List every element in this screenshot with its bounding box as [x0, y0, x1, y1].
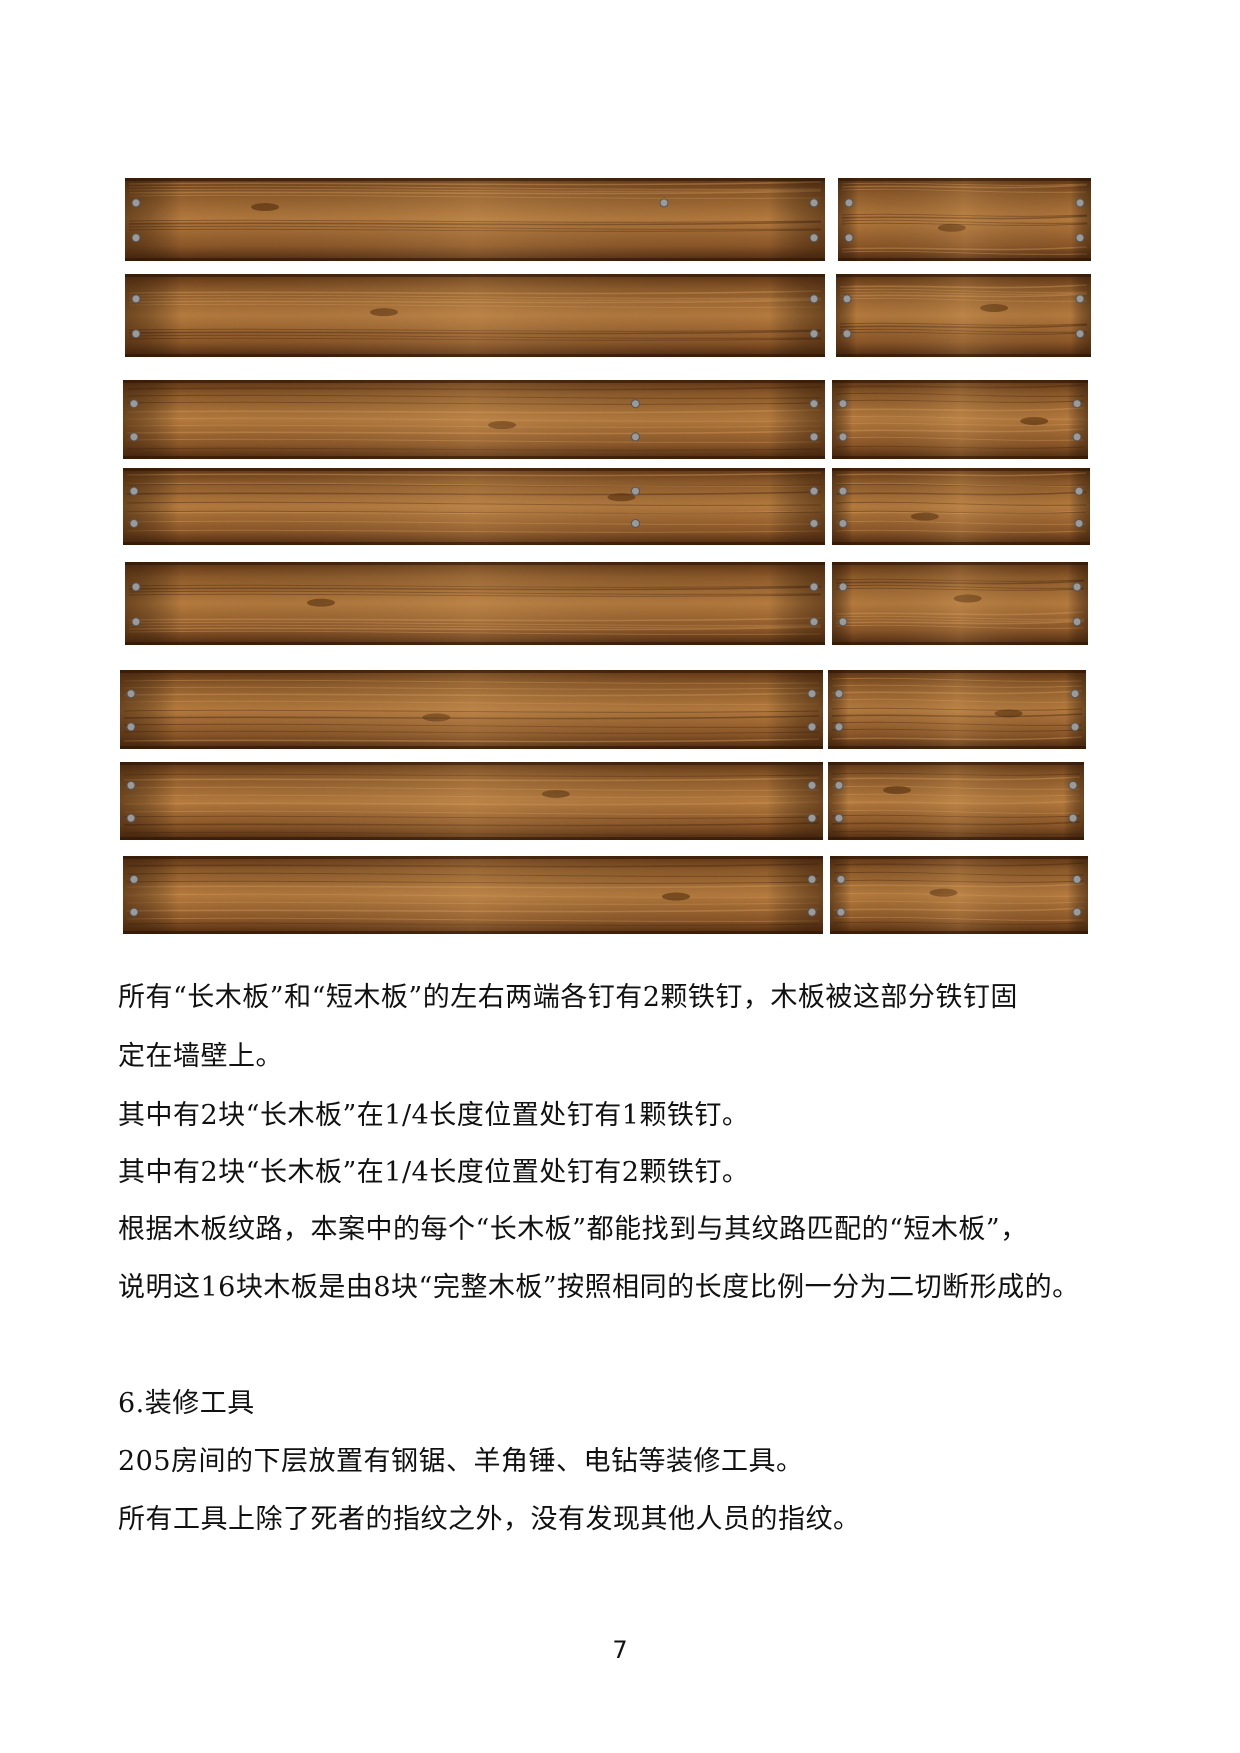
nail-icon: [1070, 722, 1080, 732]
nail-icon: [809, 233, 819, 243]
long-plank-1: [125, 178, 825, 261]
nail-icon: [834, 722, 844, 732]
short-plank-8: [830, 856, 1088, 934]
nail-icon: [807, 874, 817, 884]
long-plank-2: [125, 274, 825, 357]
short-plank-1: [838, 178, 1091, 261]
short-plank-4: [832, 468, 1090, 545]
nail-icon: [630, 399, 640, 409]
long-plank-8: [123, 856, 823, 934]
nail-icon: [129, 874, 139, 884]
nail-icon: [807, 813, 817, 823]
nail-icon: [1074, 518, 1084, 528]
short-plank-2: [836, 274, 1091, 357]
nail-icon: [126, 780, 136, 790]
long-plank-3: [123, 380, 825, 459]
paragraph-grain-line2: 说明这16块木板是由8块“完整木板”按照相同的长度比例一分为二切断形成的。: [118, 1272, 1080, 1303]
nail-icon: [809, 399, 819, 409]
nail-icon: [842, 329, 852, 339]
nail-icon: [836, 907, 846, 917]
nail-icon: [1072, 907, 1082, 917]
short-plank-5: [832, 562, 1088, 645]
nail-icon: [131, 582, 141, 592]
nail-icon: [1075, 329, 1085, 339]
nail-icon: [126, 813, 136, 823]
short-plank-6: [828, 670, 1086, 749]
nail-icon: [1070, 689, 1080, 699]
nail-icon: [838, 582, 848, 592]
long-plank-4: [123, 468, 825, 545]
long-plank-7: [120, 762, 823, 840]
paragraph-fingerprints: 所有工具上除了死者的指纹之外，没有发现其他人员的指纹。: [118, 1504, 861, 1535]
nail-icon: [126, 722, 136, 732]
page-number: 7: [612, 1636, 628, 1664]
nail-icon: [838, 617, 848, 627]
nail-icon: [659, 198, 669, 208]
nail-icon: [809, 582, 819, 592]
paragraph-two-nails: 其中有2块“长木板”在1/4长度位置处钉有2颗铁钉。: [118, 1157, 750, 1188]
nail-icon: [844, 233, 854, 243]
nail-icon: [131, 617, 141, 627]
nail-icon: [844, 198, 854, 208]
section-heading-tools: 6.装修工具: [118, 1388, 255, 1419]
nail-icon: [809, 294, 819, 304]
nail-icon: [129, 486, 139, 496]
paragraph-one-nail: 其中有2块“长木板”在1/4长度位置处钉有1颗铁钉。: [118, 1100, 750, 1131]
nail-icon: [630, 518, 640, 528]
short-plank-7: [828, 762, 1084, 840]
nail-icon: [131, 198, 141, 208]
nail-icon: [807, 780, 817, 790]
nail-icon: [809, 518, 819, 528]
nail-icon: [1075, 294, 1085, 304]
nail-icon: [1072, 432, 1082, 442]
nail-icon: [1068, 780, 1078, 790]
nail-icon: [1075, 198, 1085, 208]
paragraph-nails-line1: 所有“长木板”和“短木板”的左右两端各钉有2颗铁钉，木板被这部分铁钉固: [118, 982, 1018, 1013]
nail-icon: [1072, 399, 1082, 409]
nail-icon: [129, 518, 139, 528]
nail-icon: [834, 780, 844, 790]
nail-icon: [1068, 813, 1078, 823]
nail-icon: [834, 689, 844, 699]
nail-icon: [838, 486, 848, 496]
nail-icon: [807, 689, 817, 699]
nail-icon: [809, 432, 819, 442]
nail-icon: [131, 294, 141, 304]
nail-icon: [1074, 486, 1084, 496]
nail-icon: [129, 907, 139, 917]
nail-icon: [809, 329, 819, 339]
nail-icon: [809, 198, 819, 208]
paragraph-tools-location: 205房间的下层放置有钢锯、羊角锤、电钻等装修工具。: [118, 1446, 804, 1477]
long-plank-5: [125, 562, 825, 645]
paragraph-nails-line2: 定在墙壁上。: [118, 1041, 283, 1072]
nail-icon: [129, 432, 139, 442]
nail-icon: [1072, 617, 1082, 627]
nail-icon: [809, 617, 819, 627]
wooden-planks-figure: [120, 178, 1091, 934]
nail-icon: [131, 233, 141, 243]
nail-icon: [838, 399, 848, 409]
nail-icon: [838, 518, 848, 528]
nail-icon: [836, 874, 846, 884]
long-plank-6: [120, 670, 823, 749]
paragraph-grain-line1: 根据木板纹路，本案中的每个“长木板”都能找到与其纹路匹配的“短木板”，: [118, 1214, 1028, 1245]
short-plank-3: [832, 380, 1088, 459]
nail-icon: [131, 329, 141, 339]
nail-icon: [842, 294, 852, 304]
nail-icon: [1072, 582, 1082, 592]
nail-icon: [630, 432, 640, 442]
nail-icon: [807, 907, 817, 917]
nail-icon: [807, 722, 817, 732]
nail-icon: [838, 432, 848, 442]
nail-icon: [126, 689, 136, 699]
nail-icon: [630, 486, 640, 496]
nail-icon: [129, 399, 139, 409]
nail-icon: [809, 486, 819, 496]
nail-icon: [1072, 874, 1082, 884]
nail-icon: [834, 813, 844, 823]
nail-icon: [1075, 233, 1085, 243]
